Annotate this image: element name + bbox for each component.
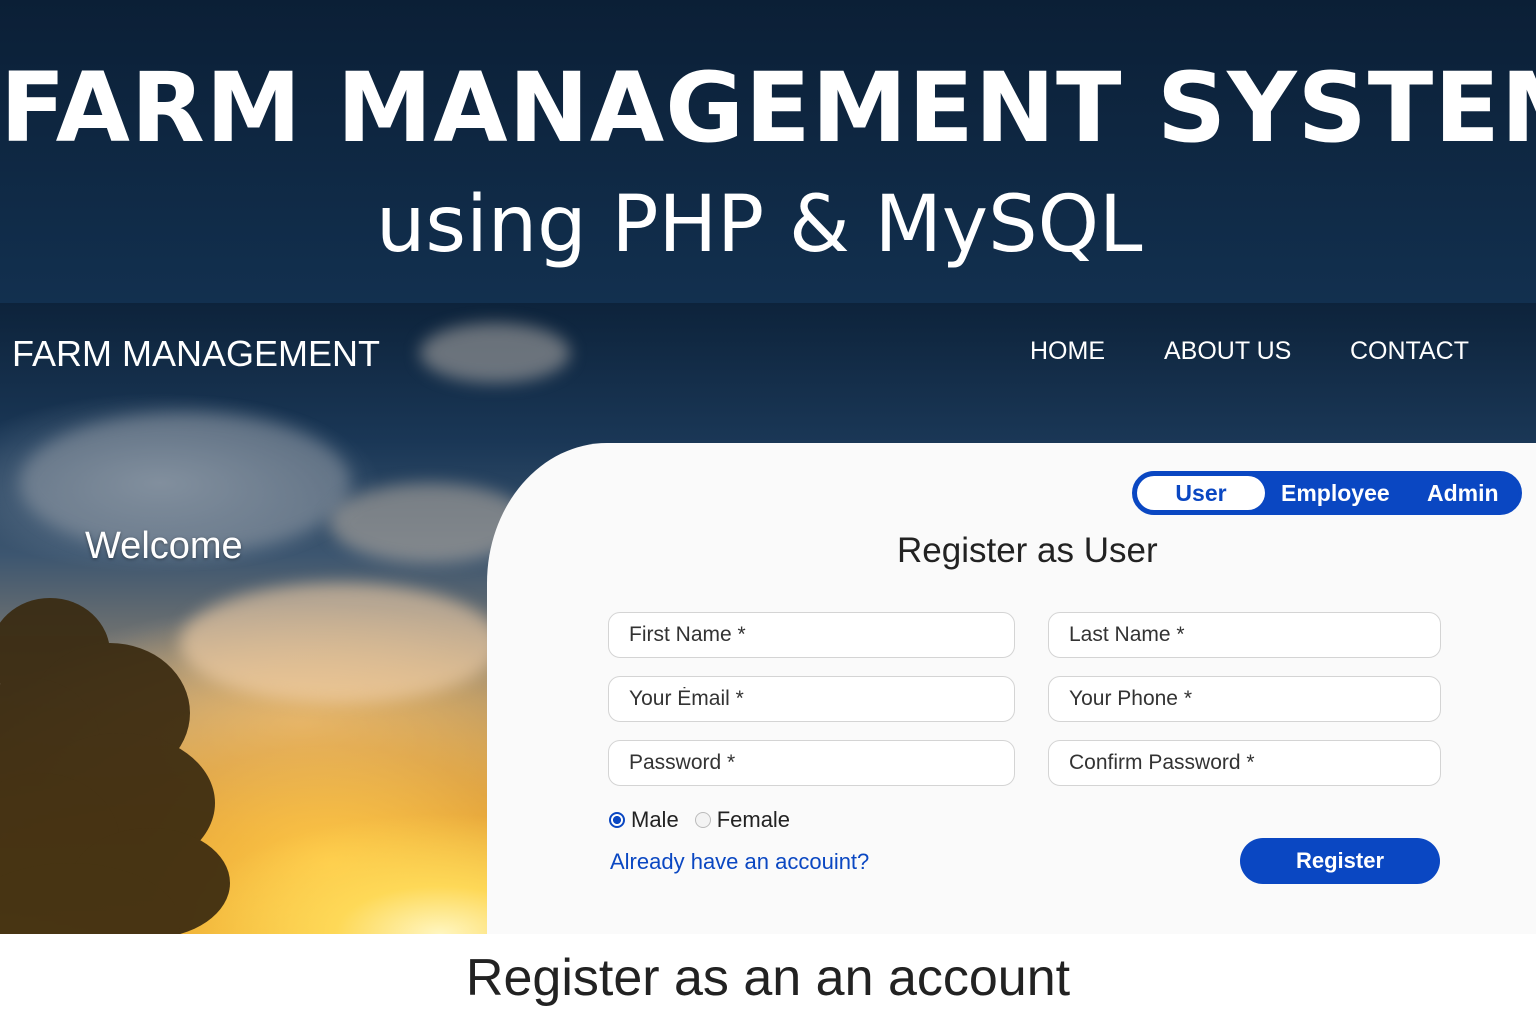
welcome-text: Welcome (85, 525, 243, 567)
female-radio[interactable] (694, 812, 711, 828)
nav-about-us[interactable]: ABOUT US (1164, 337, 1291, 366)
hero-section: FARM MANAGEMENT HOME ABOUT US CONTACT We… (0, 303, 1536, 934)
tab-user[interactable]: User (1137, 476, 1265, 510)
nav-contact[interactable]: CONTACT (1350, 337, 1469, 366)
last-name-input[interactable] (1048, 612, 1441, 658)
male-label: Male (631, 807, 679, 832)
form-title: Register as User (897, 531, 1158, 570)
role-toggle: User Employee Admin (1132, 471, 1522, 515)
registration-card: User Employee Admin Register as User Mal… (487, 443, 1536, 934)
phone-input[interactable] (1048, 676, 1441, 722)
tree-silhouette (0, 598, 230, 934)
caption-text: Register as an an account (465, 949, 1071, 1007)
female-label: Female (716, 807, 791, 832)
password-input[interactable] (608, 740, 1015, 786)
page-caption: Register as an an account (0, 948, 1536, 1008)
login-link[interactable]: Already have an accouint? (610, 849, 869, 875)
title-banner: FARM MANAGEMENT SYSTEM using PHP & MySQL (0, 0, 1536, 303)
brand-logo-text[interactable]: FARM MANAGEMENT (12, 333, 380, 375)
tab-employee[interactable]: Employee (1281, 476, 1390, 510)
banner-title: FARM MANAGEMENT SYSTEM (0, 52, 1536, 164)
gender-radio-group: Male Female (609, 807, 790, 833)
email-input[interactable] (608, 676, 1015, 722)
male-radio[interactable] (609, 812, 625, 828)
banner-subtitle: using PHP & MySQL (376, 180, 1143, 270)
nav-home[interactable]: HOME (1030, 337, 1105, 366)
register-button[interactable]: Register (1240, 838, 1440, 884)
tab-admin[interactable]: Admin (1427, 476, 1499, 510)
confirm-password-input[interactable] (1048, 740, 1441, 786)
first-name-input[interactable] (608, 612, 1015, 658)
cloud-shape (420, 323, 570, 383)
